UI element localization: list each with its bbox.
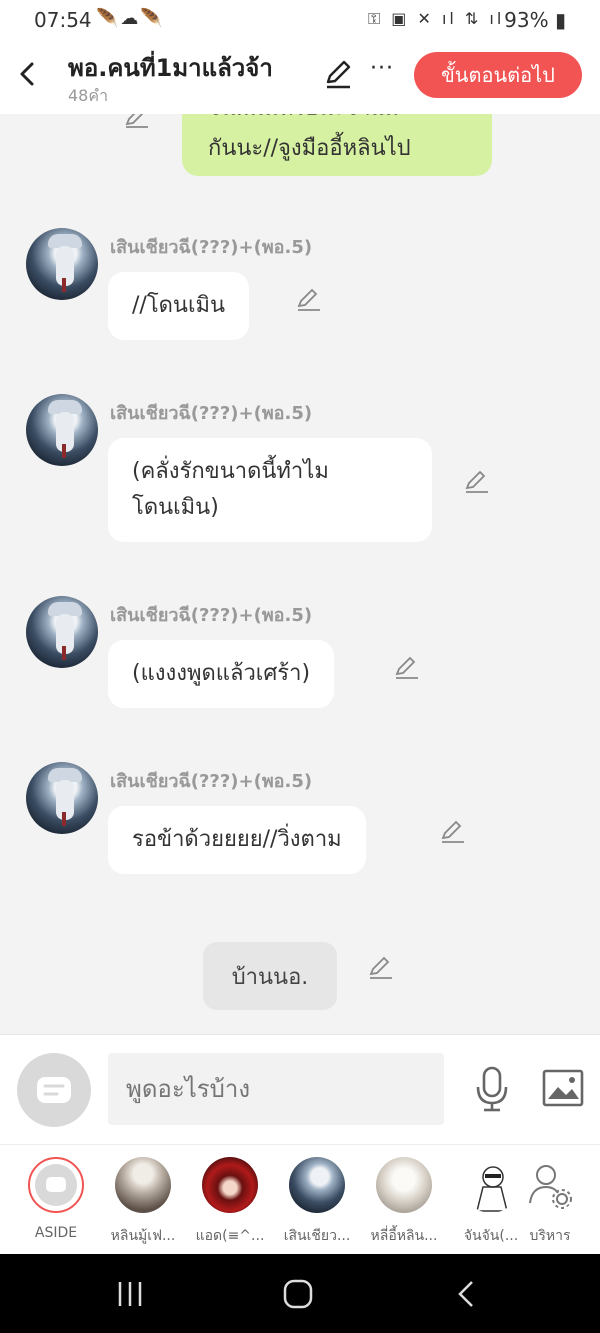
avatar xyxy=(376,1157,432,1213)
image-icon[interactable] xyxy=(542,1069,584,1107)
avatar[interactable] xyxy=(26,228,98,300)
message-text: (แงงงพูดแล้วเศร้า) xyxy=(132,661,311,686)
chat-header: พอ.คนที่1มาแล้วจ้า 48คำ ··· ขั้นตอนต่อไป xyxy=(0,38,600,114)
message-text: รอข้าด้วยยยย//วิ่งตาม xyxy=(132,827,342,852)
character-label: บริหาร xyxy=(529,1228,571,1244)
character-selector-bar: ASIDE หลินมู้เฟ... แอด(≡^... เสินเชียว..… xyxy=(0,1144,600,1254)
message-bubble[interactable]: (คลั่งรักขนาดนี้ทำไม โดนเมิน) xyxy=(108,438,432,542)
character-name: เสินเชียวฉี(???)+(พอ.5) xyxy=(110,237,313,258)
avatar[interactable] xyxy=(26,762,98,834)
message-text-line2: โดนเมิน) xyxy=(132,495,219,520)
system-navigation-bar xyxy=(0,1254,600,1333)
manage-icon xyxy=(522,1157,578,1213)
avatar[interactable] xyxy=(26,394,98,466)
character-name: เสินเชียวฉี(???)+(พอ.5) xyxy=(110,605,313,626)
character-name: เสินเชียวฉี(???)+(พอ.5) xyxy=(110,403,313,424)
edit-message-icon[interactable] xyxy=(464,470,490,494)
edit-message-icon[interactable] xyxy=(296,288,322,312)
character-name: เสินเชียวฉี(???)+(พอ.5) xyxy=(110,771,313,792)
avatar xyxy=(115,1157,171,1213)
character-item[interactable]: หลินมู้เฟ... xyxy=(105,1157,181,1247)
character-item[interactable]: หลี่อี้หลิน... xyxy=(366,1157,442,1247)
chat-area[interactable]: จน...เมหรอนะจาแม กันนะ//จูงมืออี้หลินไป … xyxy=(0,114,600,1034)
message-bubble[interactable]: //โดนเมิน xyxy=(108,272,250,340)
message-text-line1: (คลั่งรักขนาดนี้ทำไม xyxy=(132,459,329,484)
message-text: //โดนเมิน xyxy=(132,293,226,318)
avatar[interactable] xyxy=(26,596,98,668)
character-aside[interactable]: ASIDE xyxy=(18,1157,94,1241)
battery-percent: 93% xyxy=(504,8,549,32)
character-label: เสินเชียว... xyxy=(283,1228,351,1244)
message-bubble[interactable]: รอข้าด้วยยยย//วิ่งตาม xyxy=(108,806,366,874)
character-label: ASIDE xyxy=(34,1225,78,1241)
next-step-button[interactable]: ขั้นตอนต่อไป xyxy=(414,52,582,98)
system-icons: ⚿ ▣ ✕ ıl ⇅ ıl xyxy=(368,9,505,28)
character-label: หลี่อี้หลิน... xyxy=(370,1228,438,1244)
back-icon[interactable] xyxy=(14,56,42,92)
aside-avatar xyxy=(28,1157,84,1213)
message-text-cut: จน...เมหรอนะจาแม xyxy=(208,114,399,125)
more-options-icon[interactable]: ··· xyxy=(370,56,394,81)
word-count: 48คำ xyxy=(68,86,109,105)
manage-characters[interactable]: บริหาร xyxy=(512,1157,588,1247)
narration-bubble[interactable]: บ้านนอ. xyxy=(203,942,337,1010)
microphone-icon[interactable] xyxy=(474,1065,510,1113)
narration-text: บ้านนอ. xyxy=(231,964,309,990)
message-text: กันนะ//จูงมืออี้หลินไป xyxy=(208,136,411,161)
message-input[interactable] xyxy=(108,1053,444,1125)
avatar xyxy=(202,1157,258,1213)
battery-indicator: 93% ▮ xyxy=(504,8,566,32)
notification-icons: 🪶☁🪶 xyxy=(96,8,165,29)
edit-title-icon[interactable] xyxy=(322,58,354,90)
edit-message-icon[interactable] xyxy=(124,114,150,128)
edit-message-icon[interactable] xyxy=(394,656,420,680)
character-item[interactable]: แอด(≡^... xyxy=(192,1157,268,1247)
aside-toggle-button[interactable] xyxy=(17,1053,91,1127)
message-input-bar xyxy=(0,1034,600,1144)
avatar xyxy=(463,1157,519,1213)
own-message-bubble[interactable]: จน...เมหรอนะจาแม กันนะ//จูงมืออี้หลินไป xyxy=(182,114,492,176)
character-label: แอด(≡^... xyxy=(195,1228,265,1244)
edit-message-icon[interactable] xyxy=(440,820,466,844)
avatar xyxy=(289,1157,345,1213)
home-icon[interactable] xyxy=(282,1278,314,1310)
edit-message-icon[interactable] xyxy=(368,956,394,980)
status-time: 07:54 xyxy=(34,8,92,32)
character-label: หลินมู้เฟ... xyxy=(110,1228,176,1244)
status-bar: 07:54 🪶☁🪶 ⚿ ▣ ✕ ıl ⇅ ıl 93% ▮ xyxy=(0,0,600,38)
page-title: พอ.คนที่1มาแล้วจ้า xyxy=(68,54,273,82)
chat-bubble-icon xyxy=(46,1177,66,1192)
recent-apps-icon[interactable] xyxy=(116,1280,144,1308)
chat-bubble-icon xyxy=(37,1077,71,1103)
message-bubble[interactable]: (แงงงพูดแล้วเศร้า) xyxy=(108,640,335,708)
system-back-icon[interactable] xyxy=(454,1280,478,1308)
character-item[interactable]: เสินเชียว... xyxy=(279,1157,355,1247)
